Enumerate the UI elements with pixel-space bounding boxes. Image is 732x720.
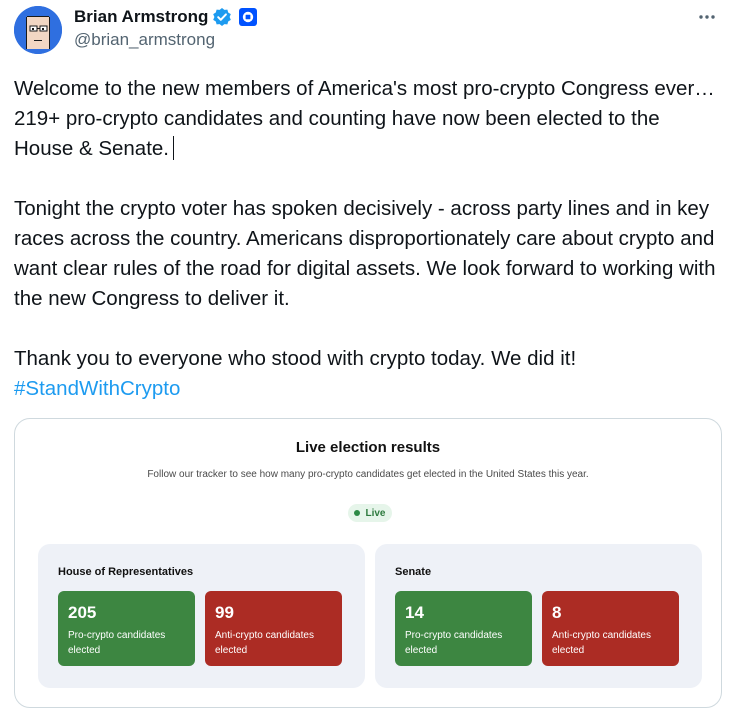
media-card[interactable]: Live election results Follow our tracker… bbox=[14, 418, 722, 708]
senate-title: Senate bbox=[395, 566, 432, 578]
tweet-body: Welcome to the new members of America's … bbox=[14, 74, 724, 404]
senate-pro-count: 14 bbox=[405, 603, 424, 622]
tweet-paragraph-text: Welcome to the new members of America's … bbox=[14, 77, 715, 160]
card-title: Live election results bbox=[295, 439, 441, 456]
tweet-header: Brian Armstrong @brian_armstrong bbox=[14, 6, 718, 54]
senate-pro-label: Pro-crypto candidates elected bbox=[405, 630, 503, 656]
senate-anti-label: Anti-crypto candidates elected bbox=[552, 630, 651, 656]
text-cursor bbox=[173, 136, 174, 160]
house-anti-count: 99 bbox=[215, 603, 234, 622]
more-options-icon[interactable] bbox=[696, 6, 718, 28]
coinbase-logo-icon[interactable] bbox=[239, 8, 258, 26]
pixel-avatar-icon bbox=[14, 6, 62, 54]
tweet-paragraph: Welcome to the new members of America's … bbox=[14, 74, 724, 164]
tweet-paragraph: Thank you to everyone who stood with cry… bbox=[14, 347, 577, 370]
house-anti-stat: 99 Anti-crypto candidates elected bbox=[205, 591, 342, 666]
author-name-row: Brian Armstrong bbox=[74, 6, 258, 28]
senate-panel: Senate 14 Pro-crypto candidates elected … bbox=[375, 544, 702, 688]
senate-anti-count: 8 bbox=[552, 603, 562, 622]
house-pro-stat: 205 Pro-crypto candidates elected bbox=[58, 591, 195, 666]
hashtag-link[interactable]: #StandWithCrypto bbox=[14, 377, 180, 400]
verified-badge-icon[interactable] bbox=[212, 7, 232, 27]
live-badge: Live bbox=[348, 504, 392, 522]
senate-anti-stat: 8 Anti-crypto candidates elected bbox=[542, 591, 679, 666]
house-panel: House of Representatives 205 Pro-crypto … bbox=[38, 544, 365, 688]
tweet-paragraph: Tonight the crypto voter has spoken deci… bbox=[14, 197, 716, 310]
live-label: Live bbox=[365, 507, 386, 519]
author-handle[interactable]: @brian_armstrong bbox=[74, 30, 215, 50]
house-anti-label: Anti-crypto candidates elected bbox=[215, 630, 314, 656]
live-dot-icon bbox=[354, 510, 361, 516]
house-pro-count: 205 bbox=[68, 603, 97, 622]
house-pro-label: Pro-crypto candidates elected bbox=[68, 630, 166, 656]
author-name[interactable]: Brian Armstrong bbox=[74, 7, 208, 27]
senate-pro-stat: 14 Pro-crypto candidates elected bbox=[395, 591, 532, 666]
card-subtitle: Follow our tracker to see how many pro-c… bbox=[147, 469, 589, 480]
avatar[interactable] bbox=[14, 6, 62, 54]
house-title: House of Representatives bbox=[58, 566, 194, 578]
